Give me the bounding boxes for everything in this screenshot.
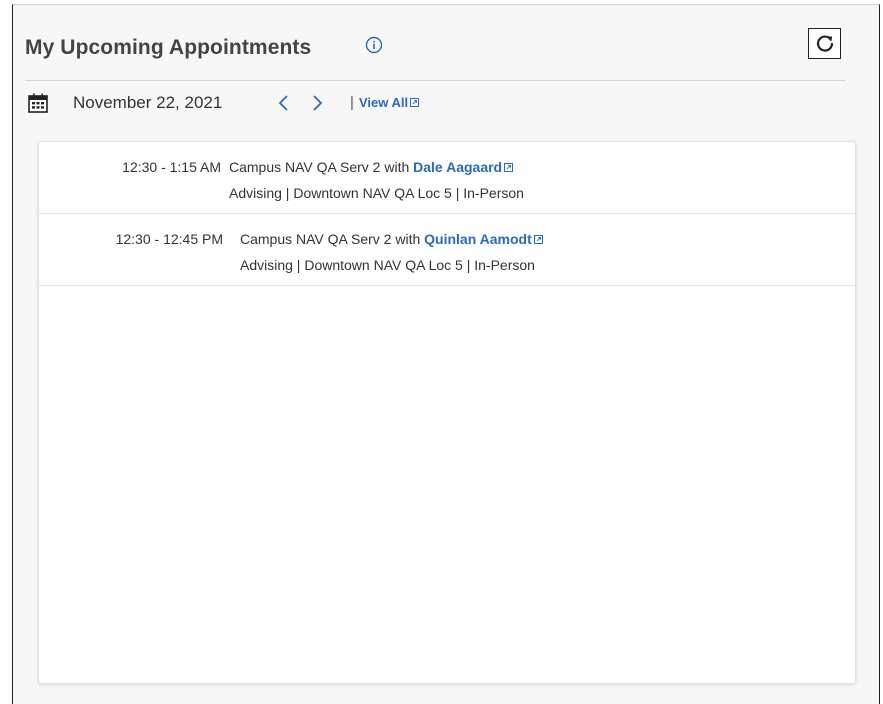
widget-header: My Upcoming Appointments <box>25 28 845 81</box>
appointment-row[interactable]: 12:30 - 1:15 AM Campus NAV QA Serv 2 wit… <box>39 142 855 214</box>
appointment-time: 12:30 - 12:45 PM <box>115 231 223 247</box>
refresh-icon <box>816 34 833 52</box>
page-title: My Upcoming Appointments <box>25 36 312 59</box>
appointment-row[interactable]: 12:30 - 12:45 PM Campus NAV QA Serv 2 wi… <box>39 214 855 286</box>
staff-name: Quinlan Aamodt <box>424 231 532 247</box>
appointment-time: 12:30 - 1:15 AM <box>122 159 221 175</box>
chevron-right-icon[interactable] <box>308 92 326 114</box>
appointment-summary: Campus NAV QA Serv 2 with Quinlan Aamodt <box>240 231 543 247</box>
appointment-list: 12:30 - 1:15 AM Campus NAV QA Serv 2 wit… <box>38 141 856 684</box>
date-navigation: November 22, 2021 | View All <box>28 90 628 118</box>
staff-name: Dale Aagaard <box>413 159 503 175</box>
view-all-label: View All <box>359 95 409 110</box>
external-link-icon <box>533 235 543 244</box>
appointment-details: Advising | Downtown NAV QA Loc 5 | In-Pe… <box>240 257 535 273</box>
appointment-service: Campus NAV QA Serv 2 with <box>240 231 425 247</box>
external-link-icon <box>504 163 514 172</box>
refresh-button[interactable] <box>808 28 841 59</box>
view-all-link[interactable]: View All <box>359 95 420 110</box>
separator: | <box>350 94 354 111</box>
current-date: November 22, 2021 <box>73 93 223 112</box>
staff-link[interactable]: Dale Aagaard <box>413 159 514 175</box>
calendar-icon[interactable] <box>28 93 48 113</box>
appointment-service: Campus NAV QA Serv 2 with <box>229 159 414 175</box>
chevron-left-icon[interactable] <box>275 92 293 114</box>
appointment-details: Advising | Downtown NAV QA Loc 5 | In-Pe… <box>229 185 524 201</box>
info-icon[interactable] <box>365 36 383 54</box>
staff-link[interactable]: Quinlan Aamodt <box>424 231 543 247</box>
external-link-icon <box>410 98 420 107</box>
appointment-summary: Campus NAV QA Serv 2 with Dale Aagaard <box>229 159 514 175</box>
